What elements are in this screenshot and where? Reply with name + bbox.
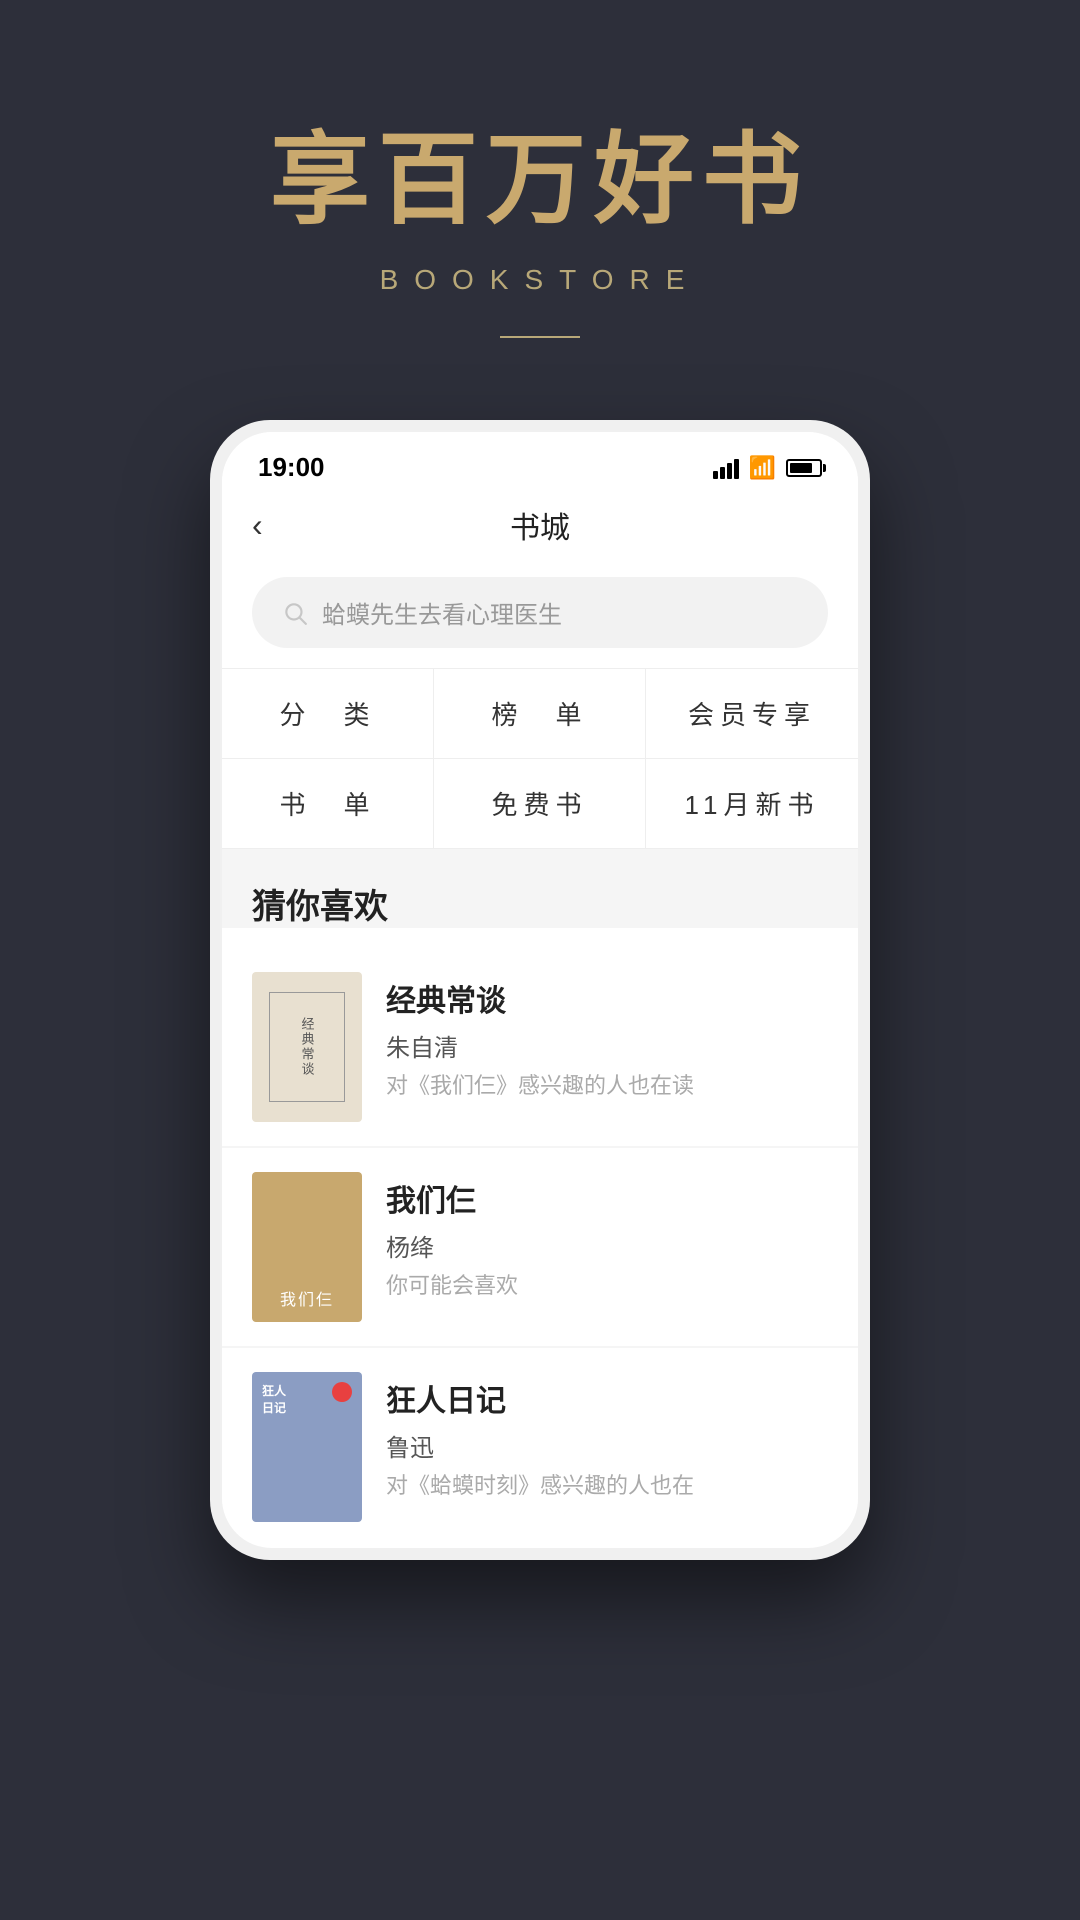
category-item-5[interactable]: 11月新书 (646, 759, 858, 849)
book-item-2[interactable]: 狂人日记 狂人日记 鲁迅 对《蛤蟆时刻》感兴趣的人也在 (222, 1348, 858, 1546)
book-info-2: 狂人日记 鲁迅 对《蛤蟆时刻》感兴趣的人也在 (386, 1372, 828, 1502)
wifi-icon: 📶 (749, 455, 776, 481)
category-item-3[interactable]: 书 单 (222, 759, 434, 849)
nav-title: 书城 (510, 503, 570, 547)
back-button[interactable]: ‹ (252, 507, 263, 544)
book-item-0[interactable]: 经典常谈 经典常谈 朱自清 对《我们仨》感兴趣的人也在读 (222, 948, 858, 1146)
book-cover-0: 经典常谈 (252, 972, 362, 1122)
hero-section: 享百万好书 BOOKSTORE (0, 0, 1080, 398)
book-author-0: 朱自清 (386, 1028, 828, 1063)
section-title: 猜你喜欢 (252, 879, 828, 928)
book-desc-0: 对《我们仨》感兴趣的人也在读 (386, 1071, 828, 1102)
book-title-1: 我们仨 (386, 1176, 828, 1220)
book-desc-2: 对《蛤蟆时刻》感兴趣的人也在 (386, 1471, 828, 1502)
search-bar[interactable]: 蛤蟆先生去看心理医生 (252, 577, 828, 648)
book-desc-1: 你可能会喜欢 (386, 1271, 828, 1302)
category-item-4[interactable]: 免费书 (434, 759, 646, 849)
hero-divider (500, 336, 580, 338)
hero-subtitle: BOOKSTORE (380, 264, 701, 296)
book-title-2: 狂人日记 (386, 1376, 828, 1420)
category-item-1[interactable]: 榜 单 (434, 669, 646, 759)
nav-bar: ‹ 书城 (222, 493, 858, 567)
status-icons: 📶 (713, 455, 822, 481)
book-cover-1: 我们仨 (252, 1172, 362, 1322)
book-list: 经典常谈 经典常谈 朱自清 对《我们仨》感兴趣的人也在读 我们仨 (222, 948, 858, 1546)
phone-frame: 19:00 📶 ‹ 书城 (210, 420, 870, 1560)
status-time: 19:00 (258, 452, 325, 483)
battery-icon (786, 459, 822, 477)
phone-mockup: 19:00 📶 ‹ 书城 (210, 420, 870, 1560)
search-placeholder: 蛤蟆先生去看心理医生 (322, 595, 562, 630)
signal-icon (713, 457, 739, 479)
category-item-2[interactable]: 会员专享 (646, 669, 858, 759)
book-author-1: 杨绛 (386, 1228, 828, 1263)
book-info-1: 我们仨 杨绛 你可能会喜欢 (386, 1172, 828, 1302)
phone-screen: 19:00 📶 ‹ 书城 (222, 432, 858, 1548)
search-container: 蛤蟆先生去看心理医生 (222, 567, 858, 668)
category-item-0[interactable]: 分 类 (222, 669, 434, 759)
category-grid: 分 类 榜 单 会员专享 书 单 免费书 11月新书 (222, 668, 858, 849)
book-author-2: 鲁迅 (386, 1428, 828, 1463)
book-item-1[interactable]: 我们仨 我们仨 杨绛 你可能会喜欢 (222, 1148, 858, 1346)
search-icon (282, 600, 308, 626)
book-cover-2: 狂人日记 (252, 1372, 362, 1522)
book-info-0: 经典常谈 朱自清 对《我们仨》感兴趣的人也在读 (386, 972, 828, 1102)
status-bar: 19:00 📶 (222, 432, 858, 493)
book-title-0: 经典常谈 (386, 976, 828, 1020)
hero-title: 享百万好书 (270, 120, 810, 240)
content-section: 猜你喜欢 (222, 849, 858, 928)
